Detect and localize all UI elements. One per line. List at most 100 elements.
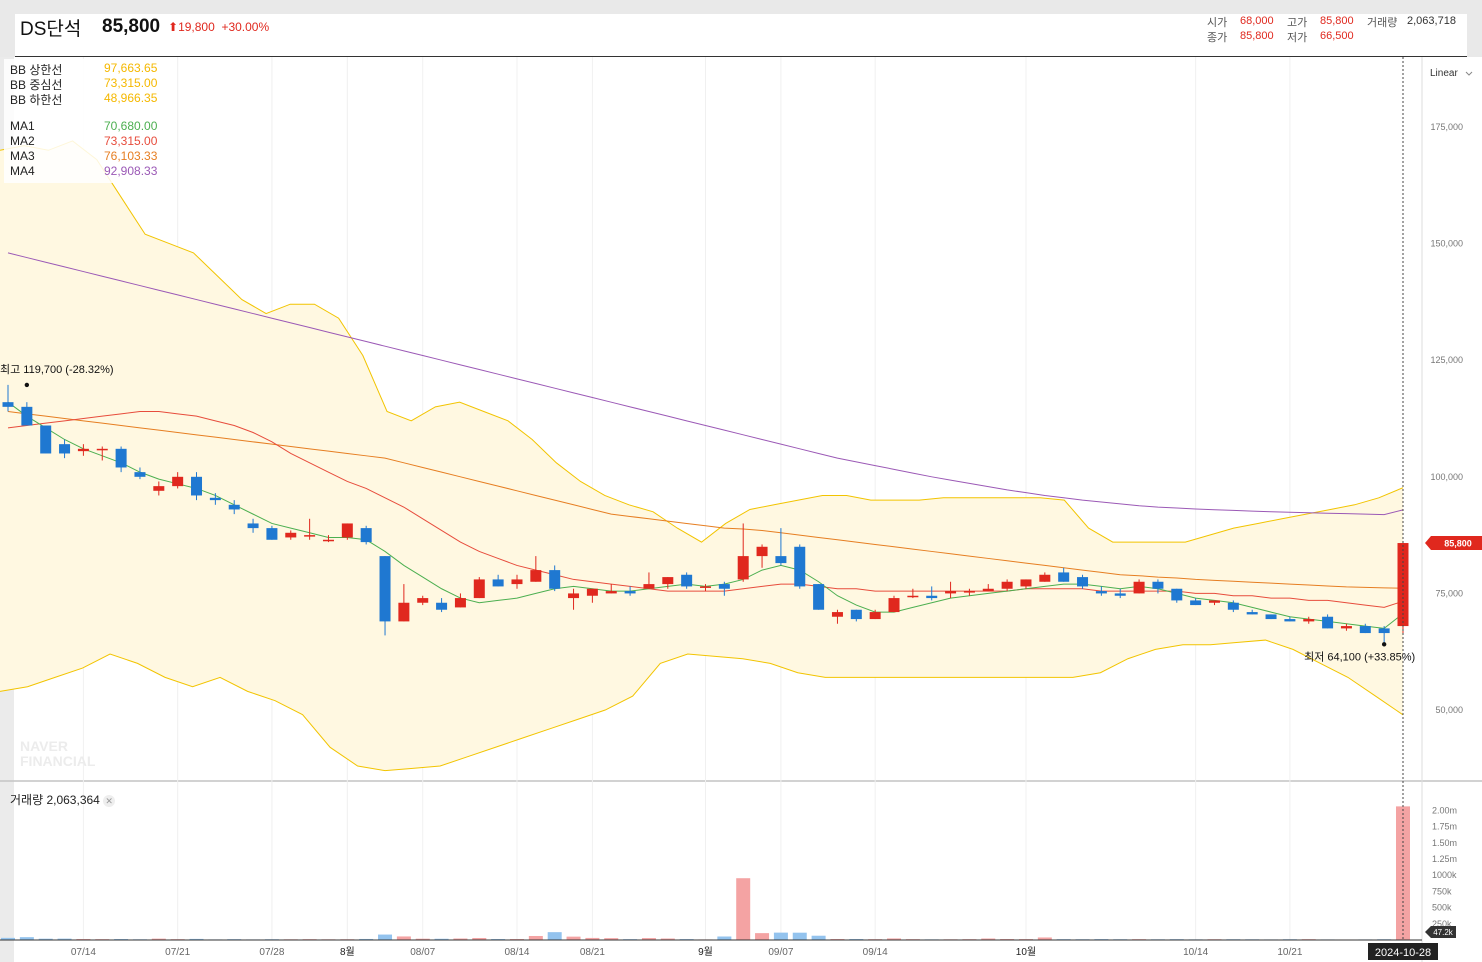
x-tick-label: 10/14	[1183, 947, 1208, 958]
candle	[341, 523, 353, 540]
x-tick-label: 08/07	[410, 947, 435, 958]
candle-body	[379, 556, 391, 622]
candle-body	[398, 602, 410, 622]
candle-body	[718, 584, 730, 589]
candle-body	[831, 612, 843, 617]
candle-body	[530, 570, 542, 582]
candle-body	[511, 579, 523, 585]
volume-bar	[528, 935, 543, 940]
candle-body	[360, 528, 372, 543]
candle-body	[59, 444, 71, 454]
candle-body	[1303, 619, 1315, 622]
legend-ma2: MA2 73,315.00	[10, 134, 158, 148]
legend-ma4: MA4 92,908.33	[10, 164, 158, 178]
volume-bar	[547, 932, 562, 940]
candle-body	[247, 523, 259, 529]
candle-body	[2, 402, 14, 407]
candle-body	[77, 448, 89, 452]
candle-body	[643, 584, 655, 589]
volume-bar	[792, 932, 807, 940]
candle-body	[1020, 579, 1032, 587]
candle-body	[681, 574, 693, 587]
candle-body	[549, 570, 561, 589]
volume-tick-label: 1.25m	[1432, 854, 1457, 864]
scale-mode-selector[interactable]: Linear	[1430, 68, 1458, 79]
watermark-naver: NAVER	[20, 738, 68, 754]
candle	[1265, 614, 1277, 620]
x-tick-label: 07/21	[165, 947, 190, 958]
candle-body	[963, 591, 975, 593]
candle-body	[737, 556, 749, 580]
candle-body	[473, 579, 485, 599]
candle-body	[1378, 628, 1390, 634]
candle-body	[172, 476, 184, 487]
candle-body	[21, 406, 33, 426]
close-icon[interactable]: ✕	[103, 795, 116, 807]
candle-body	[926, 595, 938, 599]
price-chart-svg[interactable]: 07/14 07/21 07/28 8월 08/07 08/14 08/21 9월 09/07 0…	[0, 0, 1482, 962]
candle-body	[605, 591, 617, 594]
y-tick-label: 125,000	[1430, 355, 1463, 365]
volume-tick-label: 1.50m	[1432, 838, 1457, 848]
candle-body	[756, 546, 768, 557]
volume-bar	[378, 934, 393, 940]
candle-body	[945, 591, 957, 594]
candle-body	[1208, 600, 1220, 603]
candle-body	[1227, 602, 1239, 610]
candle-body	[586, 588, 598, 596]
candle-body	[1340, 626, 1352, 629]
high-annotation: 최고 119,700 (-28.32%)	[0, 363, 114, 376]
candle-body	[662, 577, 674, 585]
candle-body	[266, 528, 278, 540]
cursor-date-label: 2024-10-28	[1375, 947, 1431, 959]
candle-body	[1265, 614, 1277, 620]
y-tick-label: 75,000	[1435, 588, 1463, 598]
x-tick-label: 10/21	[1277, 947, 1302, 958]
candle-body	[850, 609, 862, 620]
volume-bar	[566, 936, 581, 940]
legend-ma3: MA3 76,103.33	[10, 149, 158, 163]
candle-body	[1359, 626, 1371, 634]
candle-body	[96, 448, 108, 451]
candle	[813, 584, 825, 610]
low-marker	[1381, 642, 1387, 647]
candle-body	[1114, 593, 1126, 596]
chart-frame: DS단석 85,800 ⬆19,800 +30.00% 시가 68,000 고가…	[0, 0, 1482, 962]
y-tick-label: 100,000	[1430, 472, 1463, 482]
candle	[794, 544, 806, 589]
candle-body	[134, 472, 146, 477]
candle-body	[1152, 581, 1164, 589]
candle-body	[322, 539, 334, 542]
candle-body	[454, 598, 466, 608]
candle-body	[209, 497, 221, 501]
x-tick-label: 08/21	[580, 947, 605, 958]
candle	[1397, 543, 1409, 634]
volume-bar	[736, 878, 751, 940]
candle-body	[341, 523, 353, 538]
volume-bar	[811, 935, 826, 940]
candle-body	[1246, 612, 1258, 615]
candle-body	[1039, 574, 1051, 582]
candle-body	[40, 425, 52, 454]
candle-body	[1133, 581, 1145, 594]
x-tick-label: 09/14	[863, 947, 888, 958]
candle-body	[1284, 619, 1296, 622]
candle	[40, 425, 52, 454]
volume-tick-label: 1000k	[1432, 870, 1457, 880]
candle-body	[1322, 616, 1334, 629]
candle	[473, 577, 485, 599]
candle	[360, 525, 372, 545]
candle-body	[436, 602, 448, 610]
volume-tick-label: 500k	[1432, 903, 1452, 913]
low-annotation: 최저 64,100 (+33.85%)	[1304, 650, 1415, 663]
candle-body	[304, 535, 316, 537]
last-price-label: 85,800	[1444, 539, 1472, 549]
candle-body	[191, 476, 203, 496]
high-marker	[24, 382, 30, 388]
candle	[681, 572, 693, 589]
watermark-financial: FINANCIAL	[20, 753, 96, 769]
candle-body	[794, 546, 806, 587]
x-tick-label: 09/07	[768, 947, 793, 958]
candle-body	[115, 448, 127, 468]
x-tick-label: 9월	[698, 946, 713, 958]
